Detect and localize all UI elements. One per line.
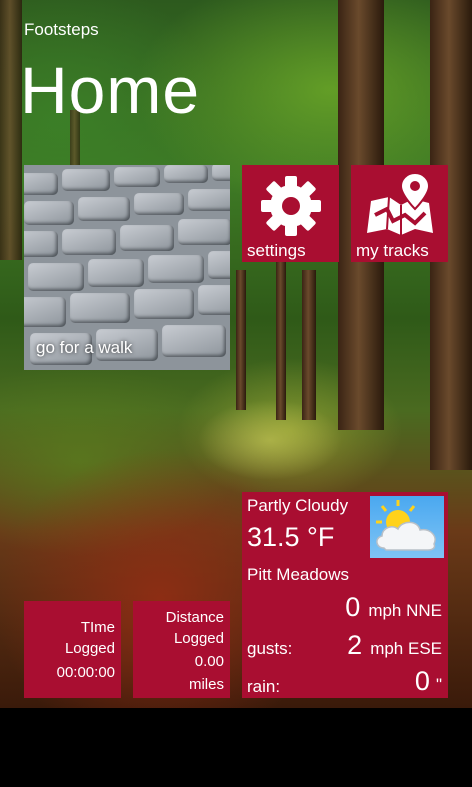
app-title: Footsteps: [24, 20, 99, 39]
wind-row: 0 mph NNE: [345, 592, 442, 623]
rain-unit: ": [435, 675, 442, 694]
map-pin-icon: [366, 171, 433, 235]
gusts-unit-direction: mph ESE: [370, 639, 442, 658]
distance-logged-value: 0.00: [194, 653, 224, 670]
distance-logged-tile[interactable]: Distance Logged 0.00 miles: [133, 601, 230, 698]
distance-logged-label-2: Logged: [173, 630, 224, 647]
time-logged-label-1: TIme: [80, 619, 115, 636]
time-logged-tile[interactable]: TIme Logged 00:00:00: [24, 601, 121, 698]
gusts-label: gusts:: [247, 639, 293, 658]
tree-trunk: [276, 260, 286, 420]
go-for-a-walk-tile[interactable]: go for a walk: [24, 165, 230, 370]
rain-value: 0: [414, 666, 430, 696]
settings-label: settings: [247, 241, 306, 260]
my-tracks-label: my tracks: [356, 241, 429, 260]
weather-temperature: 31.5 °F: [247, 522, 335, 552]
go-for-a-walk-label: go for a walk: [36, 338, 133, 357]
weather-condition: Partly Cloudy: [247, 496, 349, 515]
gusts-row: 2 mph ESE: [347, 630, 442, 661]
my-tracks-tile[interactable]: my tracks: [351, 165, 448, 262]
wind-unit-direction: mph NNE: [368, 601, 442, 620]
weather-location: Pitt Meadows: [247, 565, 350, 584]
distance-logged-label-1: Distance: [165, 609, 224, 626]
gear-icon: [260, 176, 321, 236]
rain-row: 0 ": [415, 666, 442, 697]
wind-speed: 0: [345, 592, 361, 622]
time-logged-label-2: Logged: [64, 640, 115, 657]
time-logged-value: 00:00:00: [56, 664, 115, 681]
tree-trunk: [236, 270, 246, 410]
partly-cloudy-icon: [370, 496, 444, 558]
settings-tile[interactable]: settings: [242, 165, 339, 262]
weather-tile[interactable]: Partly Cloudy 31.5 °F Pitt Meadows 0 mph…: [242, 492, 448, 698]
gusts-speed: 2: [347, 630, 363, 660]
distance-logged-unit: miles: [188, 676, 224, 693]
tree-trunk: [302, 270, 316, 420]
page-title: Home: [20, 53, 201, 127]
rain-label: rain:: [247, 677, 281, 696]
tree-trunk: [0, 0, 22, 260]
